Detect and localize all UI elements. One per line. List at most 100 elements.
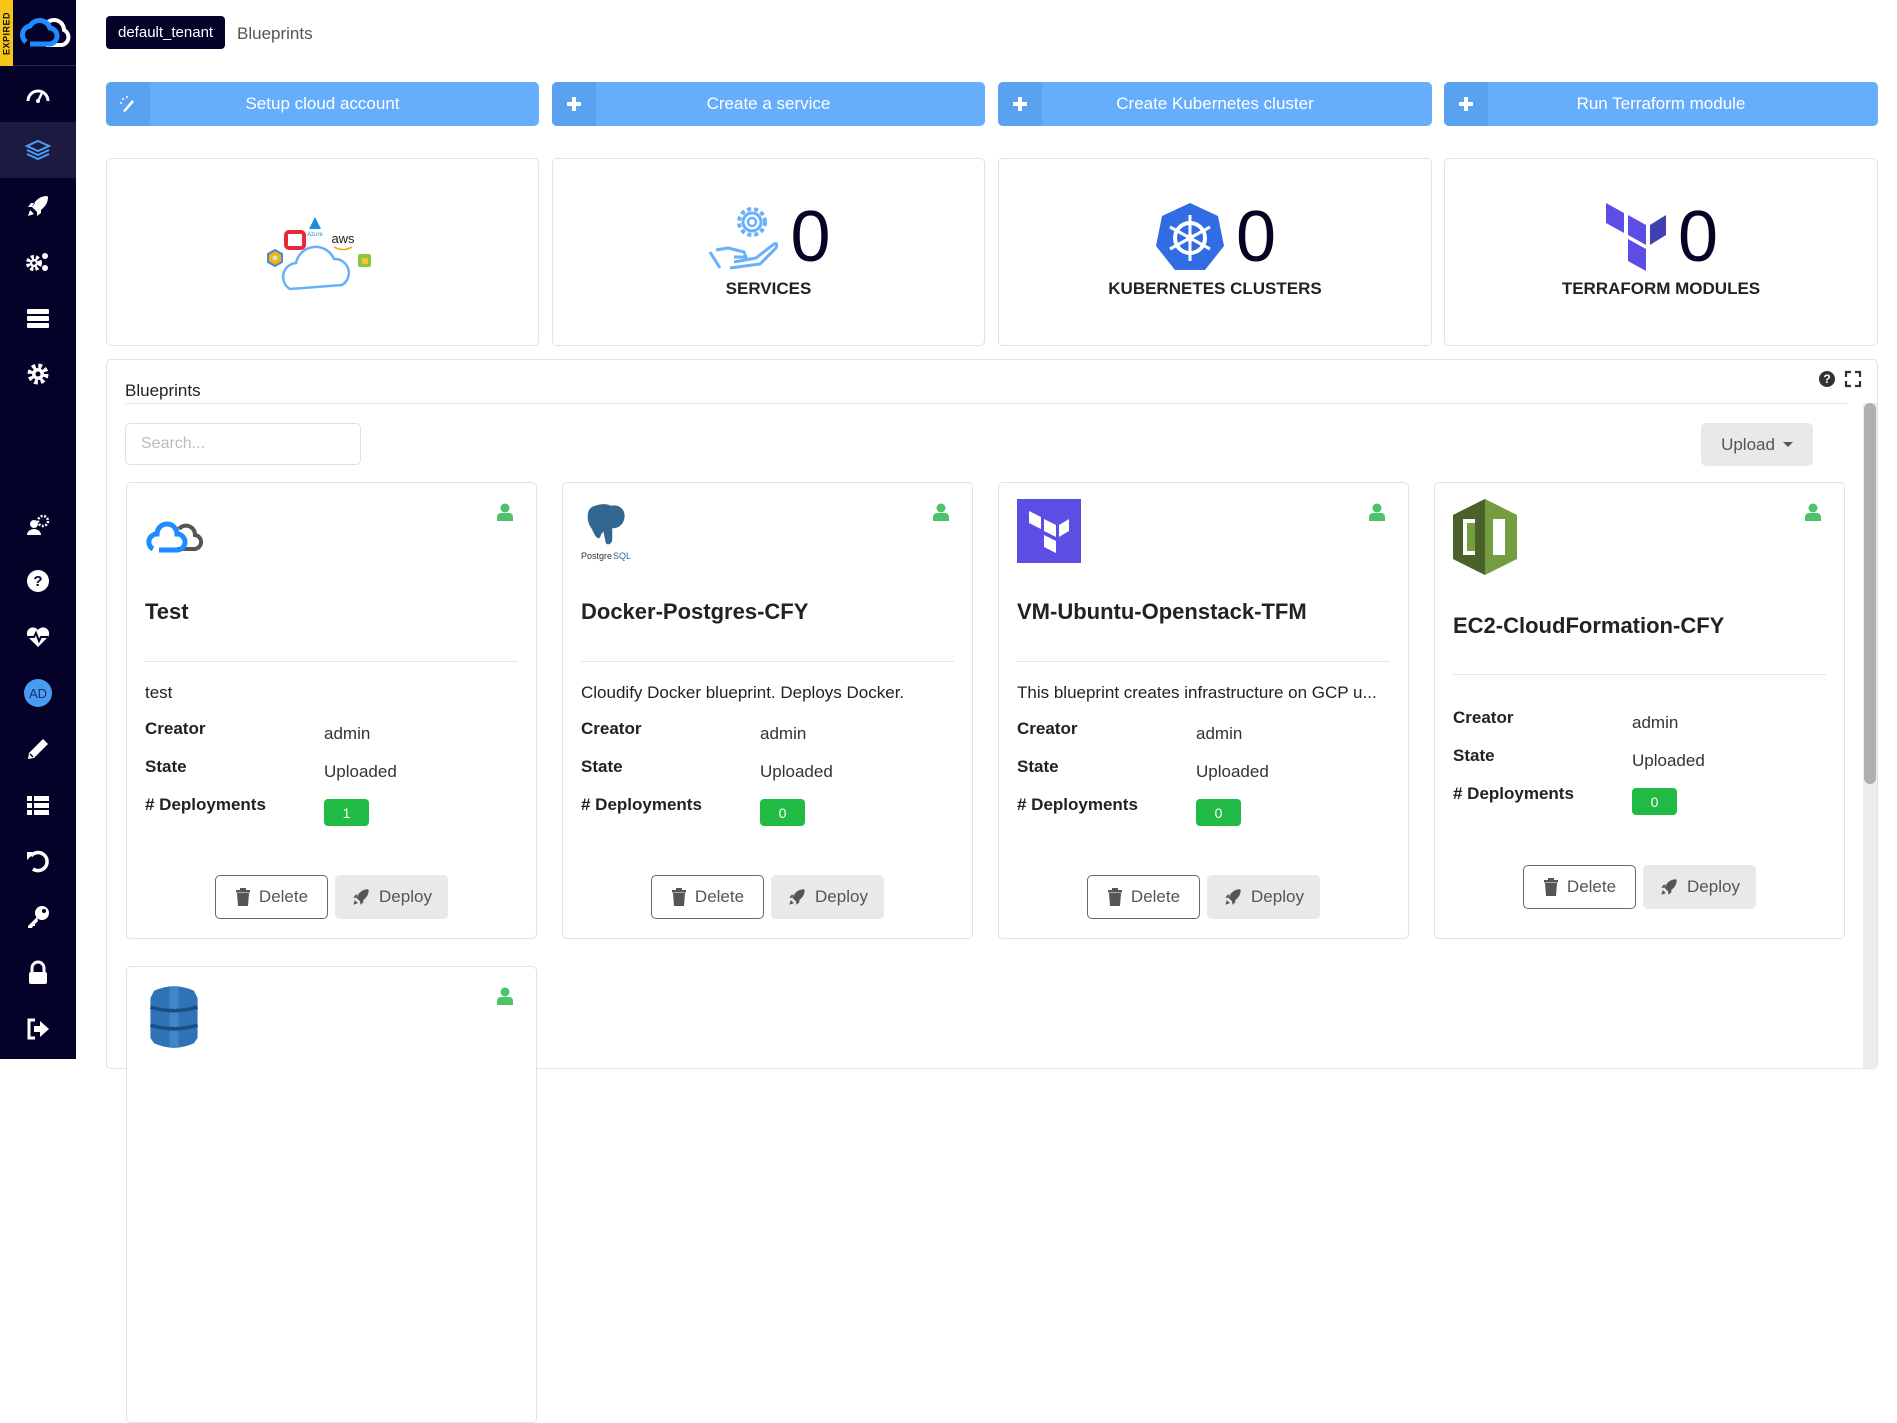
delete-label: Delete [1130, 887, 1181, 906]
rocket-icon [789, 889, 805, 905]
cloud-providers-card[interactable]: Azure aws [106, 158, 539, 346]
terraform-logo-icon [1017, 499, 1081, 563]
blueprint-card[interactable] [126, 966, 537, 1423]
sidebar-logo[interactable]: EXPIRED [0, 0, 84, 66]
blueprint-card[interactable]: Postgre SQL Docker-Postgres-CFY Cloudify… [562, 482, 973, 939]
deployments-count-badge[interactable]: 0 [760, 799, 805, 826]
state-label: State [1017, 757, 1059, 776]
rocket-icon [1661, 879, 1677, 895]
postgresql-logo-icon: Postgre SQL [581, 502, 631, 561]
deploy-label: Deploy [1251, 887, 1304, 906]
create-kubernetes-cluster-button[interactable]: Create Kubernetes cluster [998, 82, 1432, 126]
setup-cloud-account-button[interactable]: Setup cloud account [106, 82, 539, 126]
kubernetes-stat-card[interactable]: 0 KUBERNETES CLUSTERS [998, 158, 1432, 346]
deployments-count-badge[interactable]: 0 [1196, 799, 1241, 826]
breadcrumb: Blueprints [237, 24, 313, 43]
run-terraform-module-button[interactable]: Run Terraform module [1444, 82, 1878, 126]
sidebar-item-blueprints[interactable] [0, 122, 76, 178]
deployments-count-badge[interactable]: 0 [1632, 788, 1677, 815]
deploy-button[interactable]: Deploy [335, 875, 448, 919]
visibility-user-icon [933, 503, 949, 521]
trash-icon [671, 888, 686, 906]
blueprint-name[interactable]: VM-Ubuntu-Openstack-TFM [1017, 599, 1307, 625]
deploy-button[interactable]: Deploy [771, 875, 884, 919]
delete-label: Delete [1566, 877, 1617, 896]
visibility-user-icon [1369, 503, 1385, 521]
blueprint-card[interactable]: Test test Creator admin State Uploaded # D… [126, 482, 537, 939]
terraform-modules-label: TERRAFORM MODULES [1561, 279, 1761, 298]
creator-value: admin [760, 724, 807, 743]
scrollbar[interactable] [1863, 403, 1877, 1068]
delete-button[interactable]: Delete [1523, 865, 1636, 909]
deploy-label: Deploy [815, 887, 868, 906]
deployments-count-badge[interactable]: 1 [324, 799, 369, 826]
state-label: State [1453, 746, 1495, 765]
sidebar-item-health[interactable] [0, 609, 76, 665]
blueprint-name[interactable]: EC2-CloudFormation-CFY [1453, 613, 1724, 639]
help-icon[interactable]: ? [1818, 370, 1836, 388]
terraform-stat-card[interactable]: 0 TERRAFORM MODULES [1444, 158, 1878, 346]
delete-button[interactable]: Delete [651, 875, 764, 919]
delete-label: Delete [258, 887, 309, 906]
sidebar-item-deployments[interactable] [0, 178, 76, 234]
trash-icon [235, 888, 250, 906]
avatar: AD [24, 679, 52, 707]
svg-text:aws: aws [331, 231, 355, 246]
sidebar-item-settings[interactable] [0, 346, 76, 402]
sidebar-item-edit-mode[interactable] [0, 721, 76, 777]
tenant-selector[interactable]: default_tenant [106, 16, 226, 49]
sidebar-item-resources[interactable] [0, 290, 76, 346]
key-icon [28, 906, 49, 928]
sidebar-item-logout[interactable] [0, 1001, 76, 1057]
visibility-user-icon [1805, 503, 1821, 521]
blueprint-card[interactable]: EC2-CloudFormation-CFY Creator admin Stat… [1434, 482, 1845, 939]
sidebar-item-change-password[interactable] [0, 945, 76, 1001]
blueprint-name[interactable]: Docker-Postgres-CFY [581, 599, 808, 625]
search-input[interactable] [141, 435, 348, 453]
creator-label: Creator [1453, 708, 1514, 727]
svg-text:?: ? [33, 573, 42, 590]
svg-text:Postgre: Postgre [581, 551, 612, 561]
visibility-user-icon [497, 987, 513, 1005]
state-value: Uploaded [1196, 762, 1269, 781]
search-field[interactable] [125, 423, 361, 465]
creator-label: Creator [1017, 719, 1078, 738]
dashboard-gauge-icon [26, 89, 50, 103]
widget-divider [125, 403, 1847, 404]
sidebar-item-user-settings[interactable] [0, 497, 76, 553]
services-stat-card[interactable]: 0 SERVICES [552, 158, 985, 346]
heartbeat-icon [26, 627, 50, 647]
sidebar-item-list[interactable] [0, 777, 76, 833]
deploy-label: Deploy [379, 887, 432, 906]
card-divider [1017, 661, 1390, 662]
creator-label: Creator [581, 719, 642, 738]
terraform-modules-count: 0 [1677, 197, 1719, 277]
deployments-label: # Deployments [145, 795, 266, 814]
sidebar-item-services[interactable] [0, 234, 76, 290]
card-divider [145, 661, 518, 662]
create-service-button[interactable]: Create a service [552, 82, 985, 126]
deploy-label: Deploy [1687, 877, 1740, 896]
blueprint-name[interactable]: Test [145, 599, 189, 625]
widget-title: Blueprints [125, 381, 201, 400]
delete-button[interactable]: Delete [215, 875, 328, 919]
deploy-button[interactable]: Deploy [1207, 875, 1320, 919]
upload-dropdown-button[interactable]: Upload [1701, 423, 1813, 466]
scrollbar-thumb[interactable] [1864, 403, 1876, 784]
blueprint-card[interactable]: VM-Ubuntu-Openstack-TFM This blueprint c… [998, 482, 1409, 939]
deploy-button[interactable]: Deploy [1643, 865, 1756, 909]
sidebar-item-user-avatar[interactable]: AD [0, 665, 76, 721]
card-divider [581, 661, 954, 662]
deployments-label: # Deployments [581, 795, 702, 814]
undo-icon [27, 850, 49, 873]
deployments-label: # Deployments [1017, 795, 1138, 814]
sidebar-item-help[interactable]: ? [0, 553, 76, 609]
sidebar-item-dashboard[interactable] [0, 66, 76, 122]
layers-icon [25, 139, 51, 161]
card-divider [1453, 674, 1826, 675]
cloudify-logo-icon [146, 521, 204, 553]
sidebar-item-license[interactable] [0, 889, 76, 945]
delete-button[interactable]: Delete [1087, 875, 1200, 919]
maximize-icon[interactable] [1844, 370, 1862, 388]
sidebar-item-reset[interactable] [0, 833, 76, 889]
